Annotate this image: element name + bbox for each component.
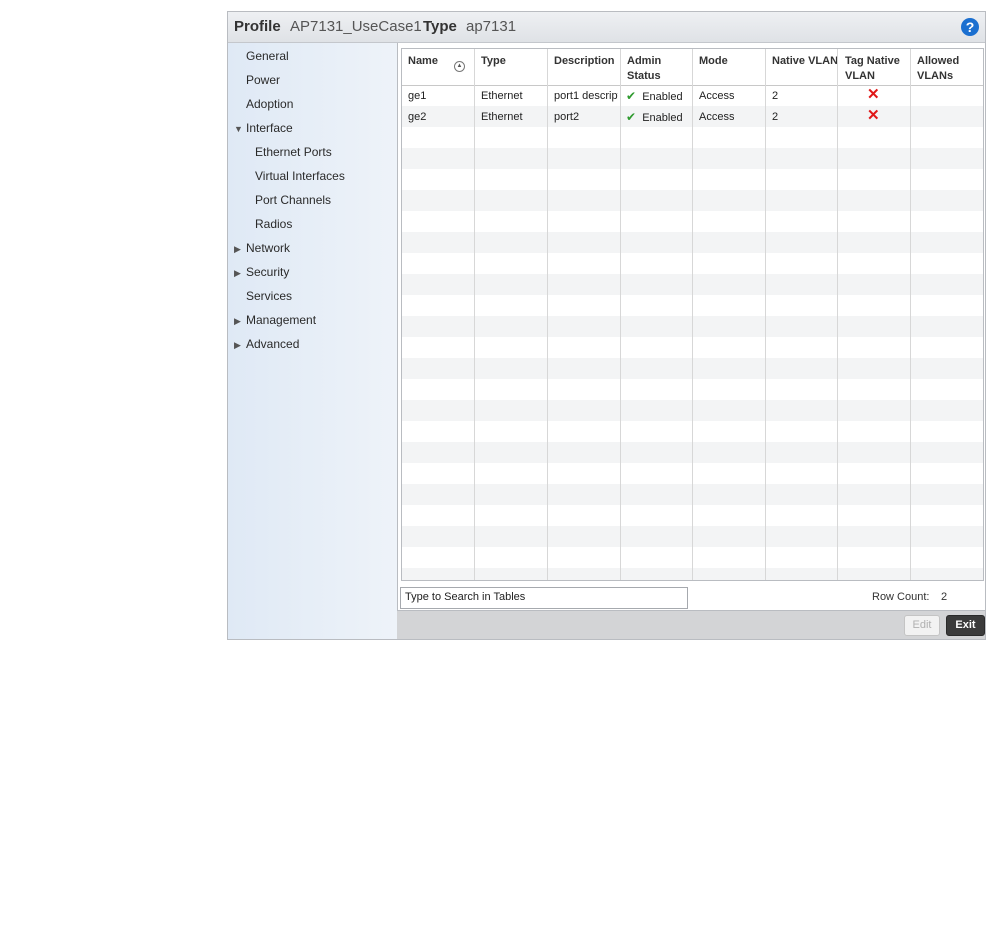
admin-status-text: Enabled: [642, 91, 683, 103]
sidebar-item-general[interactable]: General: [246, 49, 289, 63]
sidebar-item-advanced[interactable]: ▶ Advanced: [234, 337, 299, 351]
sidebar-item-label: Network: [246, 241, 291, 255]
sort-icon[interactable]: ▲: [454, 61, 465, 72]
sidebar-item-label: Power: [246, 73, 281, 87]
check-icon: ✔: [626, 89, 637, 103]
footer-bar: Edit Exit: [397, 610, 985, 639]
column-header-type[interactable]: Type: [481, 54, 506, 69]
edit-button[interactable]: Edit: [904, 615, 940, 636]
sidebar-item-label: Management: [246, 313, 317, 327]
column-divider: [547, 49, 548, 580]
column-divider: [620, 49, 621, 580]
cell-type: Ethernet: [481, 90, 523, 102]
column-divider: [837, 49, 838, 580]
table-search-input[interactable]: Type to Search in Tables: [400, 587, 688, 609]
expand-arrow-icon: ▼: [234, 124, 243, 134]
collapse-arrow-icon: ▶: [234, 268, 241, 278]
profile-label: Profile: [234, 18, 281, 35]
sidebar-item-label: Interface: [246, 121, 293, 135]
column-divider: [910, 49, 911, 580]
cell-native-vlan: 2: [772, 90, 779, 102]
column-header-native-vlan[interactable]: Native VLAN: [772, 54, 838, 69]
sidebar-item-label: Ethernet Ports: [255, 145, 332, 159]
collapse-arrow-icon: ▶: [234, 340, 241, 350]
column-divider: [765, 49, 766, 580]
x-icon: ✕: [867, 86, 880, 103]
sidebar-item-interface[interactable]: ▼ Interface: [234, 121, 293, 135]
column-header-admin-status[interactable]: Admin Status: [627, 54, 673, 84]
help-icon[interactable]: ?: [961, 18, 979, 36]
cell-admin-status: ✔ Enabled: [626, 89, 683, 103]
sidebar-item-label: Radios: [255, 217, 293, 231]
sidebar-item-label: Virtual Interfaces: [255, 169, 345, 183]
sidebar-item-security[interactable]: ▶ Security: [234, 265, 289, 279]
sidebar: General Power Adoption ▼ Interface Ethern…: [228, 43, 398, 639]
column-divider: [474, 49, 475, 580]
profile-panel: Profile AP7131_UseCase1 Type ap7131 ? Ge…: [227, 11, 986, 640]
type-value: ap7131: [466, 18, 517, 35]
column-header-allowed-vlans[interactable]: Allowed VLANs: [917, 54, 967, 84]
sidebar-item-label: Adoption: [246, 97, 294, 111]
cell-type: Ethernet: [481, 111, 523, 123]
sidebar-item-adoption[interactable]: Adoption: [246, 97, 293, 111]
sidebar-item-management[interactable]: ▶ Management: [234, 313, 316, 327]
column-header-tag-native-vlan[interactable]: Tag Native VLAN: [845, 54, 907, 84]
cell-mode: Access: [699, 90, 735, 102]
cell-name: ge1: [408, 90, 427, 102]
cell-description: port2: [554, 111, 580, 123]
column-divider: [692, 49, 693, 580]
sidebar-item-label: Security: [246, 265, 290, 279]
cell-native-vlan: 2: [772, 111, 779, 123]
sidebar-item-power[interactable]: Power: [246, 73, 280, 87]
admin-status-text: Enabled: [642, 112, 683, 124]
cell-name: ge2: [408, 111, 427, 123]
collapse-arrow-icon: ▶: [234, 244, 241, 254]
ethernet-ports-table: Name ▲ Type Description Admin Status Mod…: [401, 48, 984, 581]
cell-description: port1 descript: [554, 90, 618, 102]
sidebar-item-radios[interactable]: Radios: [255, 217, 292, 231]
profile-header: Profile AP7131_UseCase1 Type ap7131 ?: [228, 12, 985, 43]
profile-value: AP7131_UseCase1: [290, 18, 422, 35]
sidebar-item-label: General: [246, 49, 289, 63]
sidebar-item-services[interactable]: Services: [246, 289, 292, 303]
sidebar-item-label: Port Channels: [255, 193, 332, 207]
exit-button[interactable]: Exit: [946, 615, 985, 636]
column-header-description[interactable]: Description: [554, 54, 615, 69]
column-header-name[interactable]: Name: [408, 54, 438, 69]
sidebar-item-label: Services: [246, 289, 293, 303]
column-header-mode[interactable]: Mode: [699, 54, 728, 69]
sidebar-item-ethernet-ports[interactable]: Ethernet Ports: [255, 145, 332, 159]
cell-admin-status: ✔ Enabled: [626, 110, 683, 124]
sidebar-item-virtual-interfaces[interactable]: Virtual Interfaces: [255, 169, 345, 183]
sidebar-item-label: Advanced: [246, 337, 300, 351]
sidebar-item-network[interactable]: ▶ Network: [234, 241, 290, 255]
check-icon: ✔: [626, 110, 637, 124]
type-label: Type: [423, 18, 457, 35]
x-icon: ✕: [867, 107, 880, 124]
sidebar-item-port-channels[interactable]: Port Channels: [255, 193, 331, 207]
cell-mode: Access: [699, 111, 735, 123]
collapse-arrow-icon: ▶: [234, 316, 241, 326]
row-count-value: 2: [941, 591, 948, 603]
row-count-label: Row Count:: [872, 591, 930, 603]
